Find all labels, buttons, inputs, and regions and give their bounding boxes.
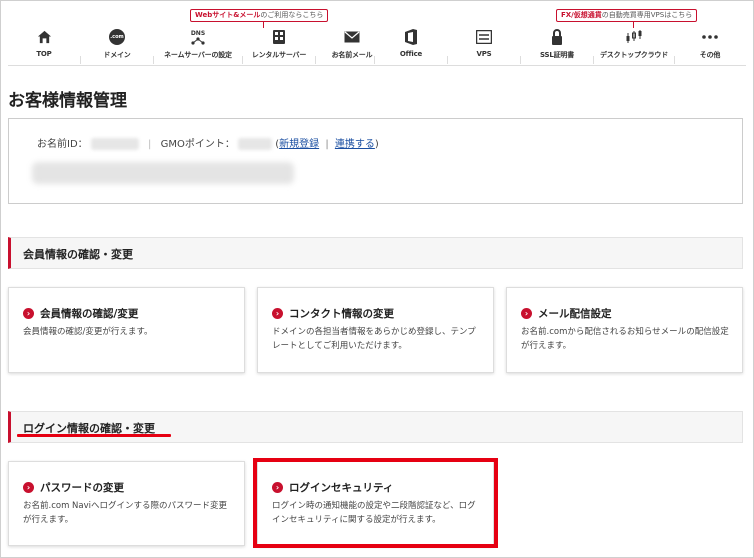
card-contact-info[interactable]: › コンタクト情報の変更 ドメインの各担当者情報をあらかじめ登録し、テンプレートと… bbox=[257, 287, 494, 373]
card-description: お名前.com Naviへログインする際のパスワード変更が行えます。 bbox=[23, 501, 228, 525]
account-id-label: お名前ID： bbox=[37, 139, 88, 150]
paren-close: ) bbox=[374, 139, 379, 150]
section-member-info: 会員情報の確認・変更 bbox=[8, 237, 743, 269]
chevron-right-icon: › bbox=[272, 308, 283, 319]
gmo-points-label: GMOポイント： bbox=[160, 139, 235, 150]
card-description: ドメインの各担当者情報をあらかじめ登録し、テンプレートとしてご利用いただけます。 bbox=[272, 327, 476, 351]
promo-server-banner[interactable]: Webサイト&メールのご利用ならこちら bbox=[190, 9, 329, 22]
account-name-redacted bbox=[32, 162, 294, 184]
nav-item-other[interactable]: その他 bbox=[675, 28, 745, 64]
card-description: お名前.comから配信されるお知らせメールの配信設定が行えます。 bbox=[521, 327, 729, 351]
top-nav: Webサイト&メールのご利用ならこちら FX/仮想通貨の自動売買専用VPSはこち… bbox=[8, 0, 746, 66]
separator: | bbox=[148, 139, 152, 150]
account-id-value-redacted bbox=[90, 138, 139, 150]
nav-item-ssl[interactable]: SSL証明書 bbox=[521, 28, 593, 64]
promo-fx-bold: FX/仮想通貨 bbox=[561, 11, 602, 19]
mail-icon bbox=[344, 31, 360, 43]
page-title: お客様情報管理 bbox=[8, 91, 127, 111]
nav-item-domain[interactable]: .com ドメイン bbox=[81, 28, 153, 64]
gmo-points-value-redacted bbox=[238, 138, 273, 150]
promo-fx-rest: の自動売買専用VPSはこちら bbox=[601, 11, 693, 19]
card-title: コンタクト情報の変更 bbox=[289, 308, 394, 320]
section-member-label: 会員情報の確認・変更 bbox=[23, 248, 133, 261]
card-title: 会員情報の確認/変更 bbox=[40, 308, 139, 320]
chart-candle-icon bbox=[626, 30, 642, 43]
dns-icon: DNS bbox=[190, 29, 206, 37]
account-summary-box: お名前ID： | GMOポイント： (新規登録 | 連携する) bbox=[8, 118, 743, 204]
account-info-line: お名前ID： | GMOポイント： (新規登録 | 連携する) bbox=[37, 135, 379, 150]
login-security-highlight-box bbox=[253, 458, 498, 548]
card-member-info[interactable]: › 会員情報の確認/変更 会員情報の確認/変更が行えます。 bbox=[8, 287, 245, 373]
nav-item-rental-server[interactable]: レンタルサーバー bbox=[243, 28, 315, 64]
card-title: メール配信設定 bbox=[538, 308, 612, 320]
nav-item-desktop-cloud[interactable]: デスクトップクラウド bbox=[594, 28, 674, 64]
chevron-right-icon: › bbox=[23, 482, 34, 493]
section-login-info: ログイン情報の確認・変更 bbox=[8, 411, 743, 443]
card-title: パスワードの変更 bbox=[40, 482, 124, 494]
lock-icon bbox=[552, 29, 562, 45]
chevron-right-icon: › bbox=[521, 308, 532, 319]
promo-server-bold: Webサイト&メール bbox=[195, 11, 261, 19]
register-link[interactable]: 新規登録 bbox=[279, 139, 319, 150]
office-icon bbox=[405, 29, 417, 45]
dotcom-icon: .com bbox=[109, 29, 125, 45]
dns-network-icon bbox=[191, 36, 205, 45]
promo-server-rest: のご利用ならこちら bbox=[260, 11, 324, 19]
nav-item-office[interactable]: Office bbox=[375, 28, 447, 64]
card-mail-delivery[interactable]: › メール配信設定 お名前.comから配信されるお知らせメールの配信設定が行えます… bbox=[506, 287, 743, 373]
nav-item-top[interactable]: TOP bbox=[8, 28, 80, 64]
promo-fx-banner[interactable]: FX/仮想通貨の自動売買専用VPSはこちら bbox=[556, 9, 698, 22]
server-icon bbox=[273, 30, 285, 44]
separator: | bbox=[325, 139, 329, 150]
card-description: 会員情報の確認/変更が行えます。 bbox=[23, 327, 153, 337]
chevron-right-icon: › bbox=[23, 308, 34, 319]
nav-item-nameserver[interactable]: DNS ネームサーバーの設定 bbox=[154, 28, 242, 64]
more-icon bbox=[702, 35, 718, 39]
nav-item-vps[interactable]: VPS bbox=[448, 28, 520, 64]
vps-icon bbox=[476, 30, 492, 44]
link-account-link[interactable]: 連携する bbox=[335, 139, 375, 150]
home-icon bbox=[37, 30, 51, 44]
card-password-change[interactable]: › パスワードの変更 お名前.com Naviへログインする際のパスワード変更が行… bbox=[8, 461, 245, 546]
section-login-underline bbox=[17, 434, 171, 437]
